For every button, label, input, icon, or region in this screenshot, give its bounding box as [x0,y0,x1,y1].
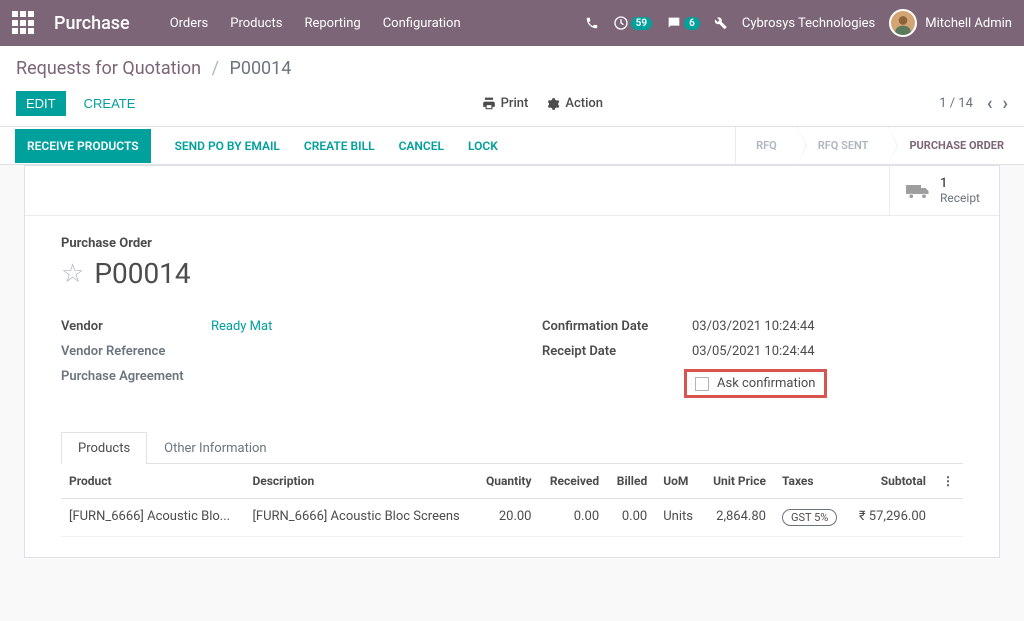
gear-icon [546,97,560,111]
send-po-button[interactable]: SEND PO BY EMAIL [175,139,280,153]
agreement-label: Purchase Agreement [61,369,211,384]
print-button[interactable]: Print [482,96,529,111]
statusbar: RECEIVE PRODUCTS SEND PO BY EMAIL CREATE… [0,127,1024,165]
menu-configuration[interactable]: Configuration [383,16,461,31]
col-uom[interactable]: UoM [655,464,702,499]
stage-rfq[interactable]: RFQ [735,127,797,164]
order-lines-table: Product Description Quantity Received Bi… [61,464,963,537]
star-icon[interactable]: ☆ [61,259,84,289]
create-button[interactable]: CREATE [74,91,146,116]
ask-confirmation-highlight: Ask confirmation [684,369,827,398]
breadcrumb-separator: / [212,58,219,79]
col-description[interactable]: Description [244,464,475,499]
cell-subtotal: ₹ 57,296.00 [848,499,934,537]
col-unit-price[interactable]: Unit Price [703,464,774,499]
user-name: Mitchell Admin [925,16,1012,31]
page-title-label: Purchase Order [61,236,963,251]
tax-badge: GST 5% [782,509,837,526]
action-button[interactable]: Action [546,96,603,111]
stage-rfq-sent[interactable]: RFQ SENT [797,127,889,164]
cell-description: [FURN_6666] Acoustic Bloc Screens [244,499,475,537]
cell-unit-price: 2,864.80 [703,499,774,537]
create-bill-button[interactable]: CREATE BILL [304,139,375,153]
breadcrumb-parent[interactable]: Requests for Quotation [16,58,201,79]
receipt-date-value: 03/05/2021 10:24:44 [692,344,815,359]
main-menu: Orders Products Reporting Configuration [170,16,585,31]
col-taxes[interactable]: Taxes [774,464,848,499]
vendor-label: Vendor [61,319,211,334]
app-brand: Purchase [54,13,130,34]
control-panel: Requests for Quotation / P00014 EDIT CRE… [0,46,1024,127]
activities-icon[interactable]: 59 [613,15,652,31]
col-quantity[interactable]: Quantity [476,464,540,499]
col-received[interactable]: Received [539,464,607,499]
status-stages: RFQ RFQ SENT PURCHASE ORDER [735,127,1024,164]
phone-icon[interactable] [585,16,599,30]
ask-confirmation-label: Ask confirmation [717,376,816,391]
user-menu[interactable]: Mitchell Admin [889,9,1012,37]
tools-icon[interactable] [714,16,728,30]
menu-reporting[interactable]: Reporting [304,16,360,31]
ask-confirmation-checkbox[interactable] [695,377,709,391]
col-subtotal[interactable]: Subtotal [848,464,934,499]
receipt-stat-button[interactable]: 1 Receipt [889,166,999,215]
cell-uom: Units [655,499,702,537]
receive-products-button[interactable]: RECEIVE PRODUCTS [15,129,151,163]
truck-icon [906,182,930,200]
col-billed[interactable]: Billed [607,464,655,499]
confirm-date-value: 03/03/2021 10:24:44 [692,319,815,334]
pager-counter[interactable]: 1 / 14 [939,96,973,111]
cell-product: [FURN_6666] Acoustic Blo... [61,499,244,537]
cell-received: 0.00 [539,499,607,537]
col-product[interactable]: Product [61,464,244,499]
table-row[interactable]: [FURN_6666] Acoustic Blo... [FURN_6666] … [61,499,963,537]
company-name[interactable]: Cybrosys Technologies [742,16,875,31]
pager-next[interactable]: › [1003,93,1008,114]
vendor-ref-label: Vendor Reference [61,344,211,359]
tab-products[interactable]: Products [61,432,147,464]
pager-prev[interactable]: ‹ [987,93,993,114]
col-options-icon[interactable]: ⋮ [934,464,963,499]
stage-purchase-order[interactable]: PURCHASE ORDER [888,127,1024,164]
confirm-date-label: Confirmation Date [542,319,692,334]
cell-taxes: GST 5% [774,499,848,537]
receipt-count: 1 [940,176,980,191]
breadcrumb-current: P00014 [229,58,291,79]
print-icon [482,97,496,111]
edit-button[interactable]: EDIT [16,91,66,116]
receipt-label: Receipt [940,191,980,205]
receipt-date-label: Receipt Date [542,344,692,359]
tabs: Products Other Information [61,431,963,464]
avatar [889,9,917,37]
messages-badge: 6 [684,17,700,30]
activities-badge: 59 [631,17,652,30]
button-box: 1 Receipt [25,166,999,216]
apps-icon[interactable] [12,11,36,35]
vendor-value[interactable]: Ready Mat [211,319,272,334]
menu-products[interactable]: Products [230,16,282,31]
cancel-button[interactable]: CANCEL [399,139,444,153]
lock-button[interactable]: LOCK [468,139,498,153]
breadcrumb: Requests for Quotation / P00014 [16,58,1008,79]
navbar-right: 59 6 Cybrosys Technologies Mitchell Admi… [585,9,1012,37]
menu-orders[interactable]: Orders [170,16,209,31]
cell-billed: 0.00 [607,499,655,537]
messages-icon[interactable]: 6 [666,15,700,31]
cell-quantity: 20.00 [476,499,540,537]
form-sheet: 1 Receipt Purchase Order ☆ P00014 Vendor [24,165,1000,558]
tab-other-info[interactable]: Other Information [147,432,283,464]
order-name: P00014 [94,257,190,290]
top-navbar: Purchase Orders Products Reporting Confi… [0,0,1024,46]
